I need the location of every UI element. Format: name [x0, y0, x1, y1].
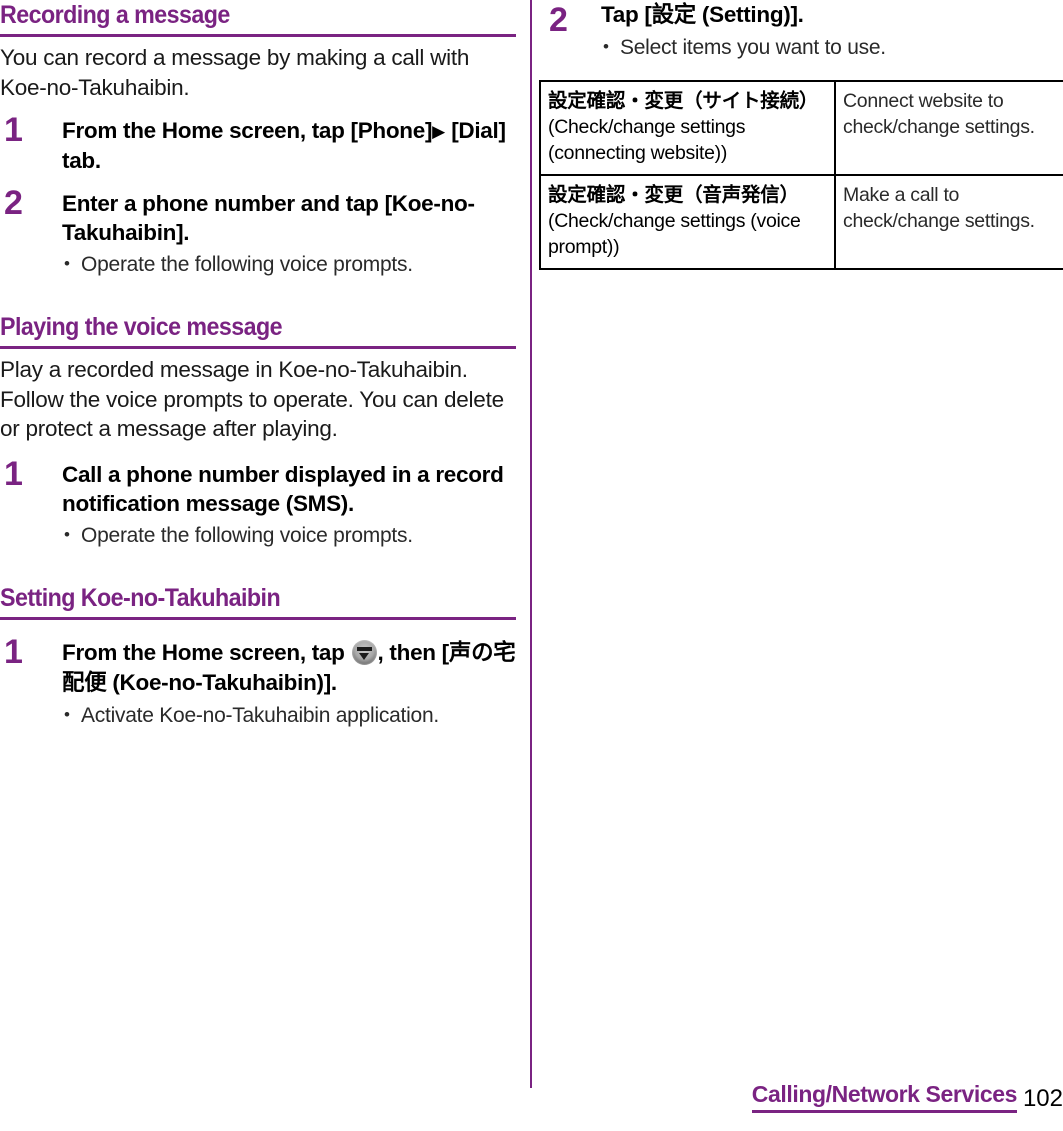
app-drawer-icon	[351, 639, 377, 665]
step-number: 1	[4, 632, 23, 671]
step-title-text-post: (Setting)].	[695, 2, 804, 27]
step-note: Select items you want to use.	[601, 33, 1063, 61]
label-english: (Check/change settings (connecting websi…	[548, 116, 746, 164]
step-item: 2 Tap [設定 (Setting)]. Select items you w…	[539, 0, 1063, 61]
table-cell-description: Connect website to check/change settings…	[834, 80, 1063, 176]
table-cell-label: 設定確認・変更（音声発信） (Check/change settings (vo…	[539, 174, 836, 270]
step-item: 2 Enter a phone number and tap [Koe-no-T…	[0, 184, 516, 278]
step-note: Operate the following voice prompts.	[62, 521, 516, 549]
step-title-text: Tap [	[601, 2, 652, 27]
step-item: 1 Call a phone number displayed in a rec…	[0, 455, 516, 549]
section-recording-a-message: Recording a message You can record a mes…	[0, 0, 516, 278]
section-rule	[0, 34, 516, 37]
table-row: 設定確認・変更（サイト接続） (Check/change settings (c…	[539, 80, 1063, 176]
left-column: Recording a message You can record a mes…	[0, 0, 516, 729]
label-english: (Check/change settings (voice prompt))	[548, 210, 801, 258]
step-title: From the Home screen, tap , then [声の宅配便 …	[62, 638, 516, 698]
section-playing-the-voice-message: Playing the voice message Play a recorde…	[0, 312, 516, 549]
step-title: Enter a phone number and tap [Koe-no-Tak…	[62, 191, 475, 245]
section-intro-text: You can record a message by making a cal…	[0, 45, 470, 100]
table-cell-description: Make a call to check/change settings.	[834, 174, 1063, 270]
table-cell-label: 設定確認・変更（サイト接続） (Check/change settings (c…	[539, 80, 836, 176]
section-heading: Setting Koe-no-Takuhaibin	[0, 583, 281, 612]
step-title: Tap [設定 (Setting)].	[601, 0, 1063, 30]
manual-page: Recording a message You can record a mes…	[0, 0, 1063, 1131]
step-title-text-mid: , then [	[377, 639, 450, 665]
right-column: 2 Tap [設定 (Setting)]. Select items you w…	[539, 0, 1063, 61]
step-title-text: From the Home screen, tap	[62, 639, 351, 665]
section-setting-koe-no-takuhaibin: Setting Koe-no-Takuhaibin 1 From the Hom…	[0, 583, 516, 729]
section-heading: Recording a message	[0, 1, 230, 29]
section-heading: Playing the voice message	[0, 313, 283, 341]
page-footer: Calling/Network Services 102	[0, 1081, 1063, 1121]
step-number: 2	[4, 184, 23, 222]
section-rule	[0, 346, 516, 349]
step-title-text-japanese: 設定	[651, 2, 697, 28]
step-number: 1	[4, 111, 23, 149]
step-title: From the Home screen, tap [Phone]▶ [Dial…	[62, 116, 516, 175]
label-japanese: 設定確認・変更（サイト接続）	[548, 89, 819, 112]
table-row: 設定確認・変更（音声発信） (Check/change settings (vo…	[539, 174, 1063, 270]
step-item: 1 From the Home screen, tap [Phone]▶ [Di…	[0, 111, 516, 175]
footer-chapter-title: Calling/Network Services	[751, 1081, 1017, 1113]
step-item: 1 From the Home screen, tap , then [声の宅配…	[0, 633, 516, 729]
step-number: 1	[4, 454, 23, 493]
step-note: Activate Koe-no-Takuhaibin application.	[62, 701, 516, 729]
column-divider	[530, 0, 532, 1088]
section-rule	[0, 616, 516, 620]
settings-table: 設定確認・変更（サイト接続） (Check/change settings (c…	[539, 80, 1063, 270]
section-intro-text: Play a recorded message in Koe-no-Takuha…	[0, 357, 504, 441]
step-title: Call a phone number displayed in a recor…	[62, 461, 504, 516]
footer-page-number: 102	[1022, 1085, 1063, 1112]
step-note: Operate the following voice prompts.	[62, 250, 516, 278]
label-japanese: 設定確認・変更（音声発信）	[548, 183, 799, 206]
step-number: 2	[549, 1, 568, 39]
step-title-text: From the Home screen, tap [Phone]	[62, 118, 433, 143]
step-title-text-post: (Koe-no-Takuhaibin)].	[106, 669, 337, 695]
triangle-icon: ▶	[432, 122, 446, 141]
